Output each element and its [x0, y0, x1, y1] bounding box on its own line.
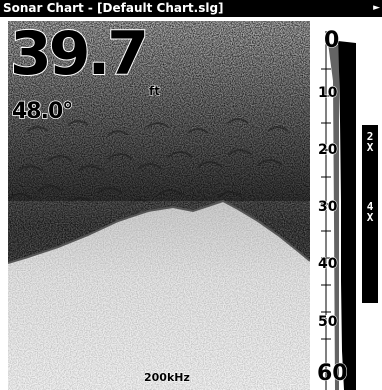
zoom-4x-button[interactable]: 4 X [362, 201, 378, 223]
depth-scale-label: 30 [317, 199, 338, 216]
depth-scale-label: 20 [317, 142, 338, 159]
zoom-2x-button[interactable]: 2 X [362, 131, 378, 153]
depth-scale-label: 40 [317, 256, 338, 273]
zoom-panel: 2 X 4 X [360, 21, 382, 390]
title-bar: Sonar Chart - [Default Chart.slg] ► [0, 0, 382, 17]
zoom-4x-x: X [366, 211, 374, 224]
depth-scale: 0 10 20 30 40 50 60 [310, 21, 356, 390]
depth-scale-label: 0 [323, 28, 340, 54]
depth-scale-label: 60 [317, 361, 349, 387]
zoom-strip: 2 X 4 X [362, 125, 378, 303]
sonar-display[interactable]: 39.7 ft 48.0° 200kHz 0 10 20 30 40 50 60 [8, 21, 356, 390]
depth-scale-label: 10 [317, 85, 338, 102]
menu-arrow-icon[interactable]: ► [373, 0, 380, 17]
frequency-label: 200kHz [144, 371, 191, 385]
depth-unit: ft [149, 84, 161, 99]
window-title: Sonar Chart - [Default Chart.slg] [3, 1, 224, 15]
zoom-2x-x: X [366, 141, 374, 154]
depth-scale-label: 50 [317, 314, 338, 331]
water-temperature: 48.0° [11, 98, 74, 125]
depth-readout: 39.7 [9, 21, 150, 90]
